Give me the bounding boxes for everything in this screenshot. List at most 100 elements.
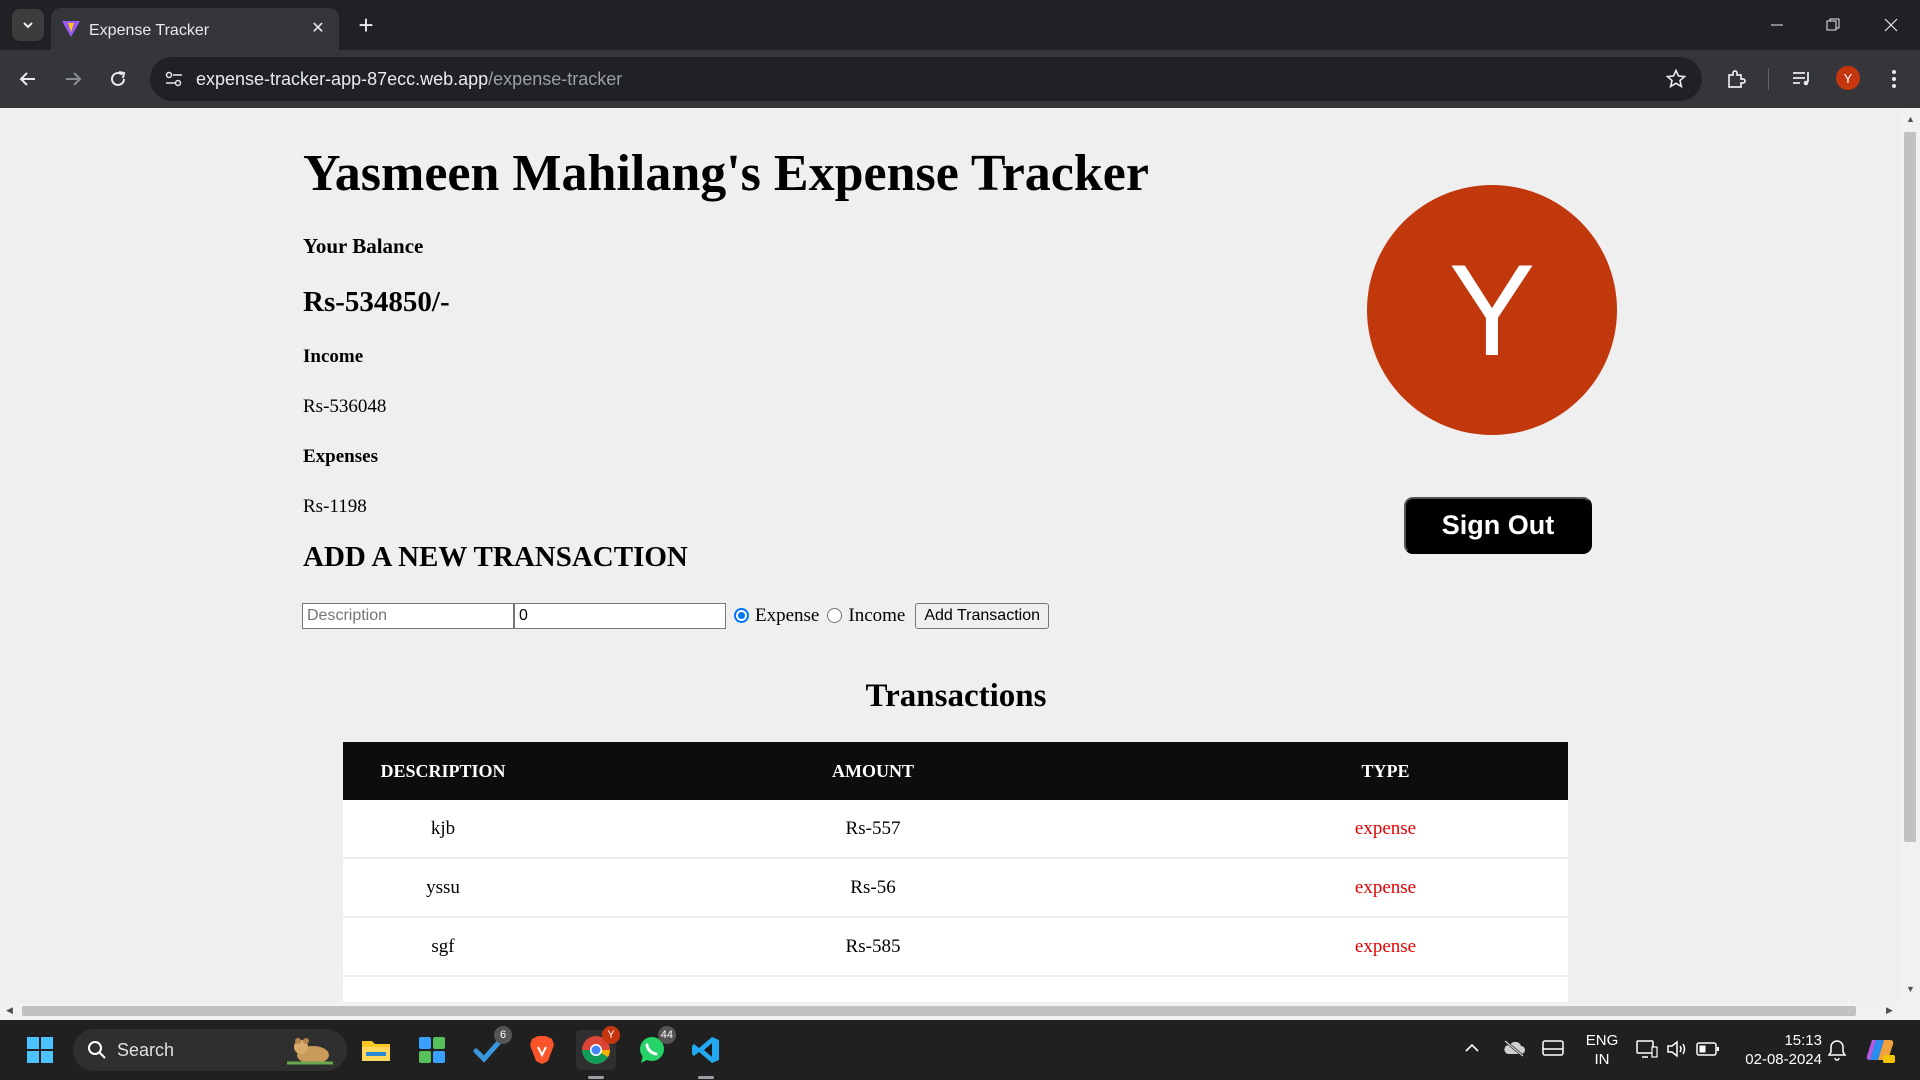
copilot-icon (1866, 1040, 1895, 1063)
file-explorer-icon (362, 1041, 390, 1061)
extensions-button[interactable] (1722, 65, 1750, 93)
row-description: yssu (426, 876, 460, 898)
taskbar-brave[interactable] (522, 1030, 562, 1070)
close-window-button[interactable] (1876, 10, 1906, 40)
sign-out-button[interactable]: Sign Out (1404, 497, 1592, 554)
column-header-amount: AMOUNT (832, 760, 914, 781)
user-avatar: Y (1367, 185, 1617, 435)
new-tab-button[interactable]: + (352, 10, 380, 40)
puzzle-icon (1728, 70, 1746, 88)
start-button[interactable] (20, 1030, 60, 1070)
vite-favicon-icon (62, 21, 80, 37)
clock-time: 15:13 (1784, 1032, 1822, 1049)
widgets-icon (419, 1037, 445, 1063)
scroll-left-arrow-icon[interactable]: ◀ (6, 1005, 13, 1016)
row-amount: Rs-56 (850, 876, 896, 898)
expense-radio-label: Expense (755, 605, 820, 626)
scroll-right-arrow-icon[interactable]: ▶ (1886, 1005, 1893, 1016)
column-header-description: DESCRIPTION (380, 760, 506, 781)
language-indicator[interactable]: ENG IN (1584, 1031, 1620, 1069)
copilot-button[interactable] (1864, 1034, 1896, 1071)
row-description: sgf (431, 935, 455, 957)
layout-icon (1542, 1040, 1564, 1056)
forward-button[interactable] (57, 63, 89, 95)
search-icon (88, 1041, 106, 1059)
site-info-button[interactable] (160, 65, 188, 93)
description-input[interactable] (302, 603, 514, 629)
taskbar-whatsapp[interactable]: 44 (632, 1026, 676, 1070)
minimize-button[interactable] (1762, 10, 1792, 40)
todo-badge: 6 (494, 1026, 512, 1044)
chrome-profile-badge: Y (602, 1026, 620, 1044)
bookmark-button[interactable] (1664, 67, 1688, 91)
taskbar-widgets[interactable] (412, 1030, 452, 1070)
amount-input[interactable] (514, 603, 726, 629)
profile-avatar[interactable]: Y (1836, 66, 1860, 90)
vertical-scroll-thumb[interactable] (1904, 132, 1916, 842)
browser-toolbar: expense-tracker-app-87ecc.web.app/expens… (0, 50, 1920, 108)
chevron-up-icon (1465, 1043, 1479, 1052)
vertical-scrollbar[interactable]: ▲ ▼ (1900, 108, 1920, 1002)
income-label: Income (303, 346, 364, 367)
scroll-down-arrow-icon[interactable]: ▼ (1906, 984, 1915, 994)
tab-title: Expense Tracker (89, 22, 210, 39)
network-tray-icon[interactable] (1636, 1039, 1658, 1064)
url-path: /expense-tracker (488, 69, 623, 89)
arrow-left-icon (19, 72, 35, 86)
volume-tray-icon[interactable] (1666, 1039, 1688, 1064)
arrow-right-icon (66, 72, 82, 86)
address-bar[interactable]: expense-tracker-app-87ecc.web.app/expens… (150, 57, 1702, 101)
row-type: expense (1354, 817, 1417, 839)
tune-icon (165, 71, 182, 87)
chrome-menu-button[interactable] (1880, 65, 1908, 93)
tab-search-button[interactable] (12, 9, 44, 41)
balance-label: Your Balance (303, 234, 424, 258)
restore-button[interactable] (1818, 10, 1848, 40)
row-amount: Rs-557 (845, 817, 901, 839)
taskbar-todo[interactable]: 6 (468, 1026, 512, 1070)
expenses-label: Expenses (303, 446, 378, 467)
add-transaction-button[interactable]: Add Transaction (915, 603, 1049, 629)
reload-button[interactable] (102, 63, 134, 95)
transactions-heading: Transactions (865, 678, 1047, 714)
tray-overflow-button[interactable] (1464, 1040, 1480, 1061)
battery-tray-icon[interactable] (1696, 1041, 1720, 1062)
search-highlight-icon (287, 1038, 333, 1065)
scroll-up-arrow-icon[interactable]: ▲ (1906, 114, 1915, 124)
row-amount: Rs-585 (845, 935, 901, 957)
tab-close-icon[interactable]: ✕ (307, 17, 329, 39)
url-text: expense-tracker-app-87ecc.web.app/expens… (196, 69, 622, 90)
taskbar-vscode[interactable] (686, 1030, 726, 1070)
onedrive-tray-icon[interactable] (1502, 1039, 1526, 1062)
taskbar-chrome[interactable]: Y (576, 1026, 620, 1070)
balance-value: Rs-534850/- (303, 286, 450, 318)
table-row (343, 977, 1568, 1002)
expense-radio[interactable] (734, 607, 749, 623)
clock[interactable]: 15:13 02-08-2024 (1730, 1031, 1822, 1069)
back-button[interactable] (12, 63, 44, 95)
browser-tab-active[interactable]: Expense Tracker ✕ (51, 8, 339, 50)
income-value: Rs-536048 (303, 396, 387, 417)
network-icon (1636, 1040, 1658, 1058)
vscode-icon (692, 1037, 719, 1063)
horizontal-scrollbar[interactable]: ◀ ▶ (0, 1002, 1920, 1020)
clock-date: 02-08-2024 (1745, 1051, 1822, 1068)
queue-music-icon (1793, 72, 1809, 86)
add-transaction-form: Expense Income Add Transaction (302, 603, 1049, 629)
speaker-icon (1667, 1040, 1686, 1058)
chrome-active-indicator (588, 1076, 604, 1079)
taskbar-file-explorer[interactable] (356, 1030, 396, 1070)
add-transaction-heading: ADD A NEW TRANSACTION (303, 541, 688, 573)
media-controls-button[interactable] (1788, 65, 1816, 93)
vscode-running-indicator (698, 1076, 714, 1079)
restore-icon (1826, 18, 1840, 31)
horizontal-scroll-thumb[interactable] (22, 1006, 1856, 1016)
star-icon (1666, 69, 1686, 89)
keyboard-layout-tray-icon[interactable] (1542, 1039, 1564, 1062)
toolbar-divider (1768, 68, 1769, 90)
column-header-type: TYPE (1361, 760, 1410, 781)
notifications-button[interactable] (1826, 1038, 1848, 1067)
language-code: ENG (1585, 1032, 1619, 1049)
income-radio[interactable] (827, 607, 843, 623)
taskbar-search[interactable]: Search (73, 1029, 347, 1071)
